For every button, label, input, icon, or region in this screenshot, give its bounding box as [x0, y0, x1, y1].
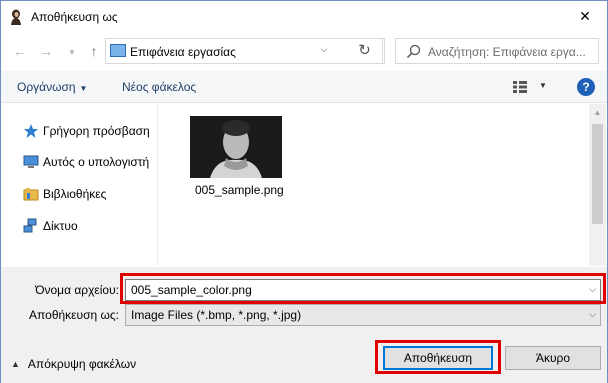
help-icon[interactable]: ?: [577, 78, 595, 96]
view-options-icon[interactable]: [513, 81, 527, 93]
sidebar-item-quick-access[interactable]: Γρήγορη πρόσβαση: [23, 121, 150, 141]
file-thumbnail: [190, 116, 282, 178]
scrollbar-thumb[interactable]: [592, 124, 603, 224]
title-bar[interactable]: Αποθήκευση ως ✕: [1, 1, 607, 33]
close-button[interactable]: ✕: [563, 1, 607, 31]
save-form: Όνομα αρχείου: 005_sample_color.png ⌵ Απ…: [1, 267, 607, 383]
organize-button[interactable]: Οργάνωση ▼: [17, 80, 87, 94]
scroll-up-icon[interactable]: ▲: [589, 104, 606, 121]
chevron-down-icon[interactable]: ⌵: [589, 309, 596, 320]
caret-down-icon: ▼: [79, 84, 88, 93]
hide-folders-label: Απόκρυψη φακέλων: [27, 357, 137, 371]
sidebar-item-label: Δίκτυο: [43, 219, 78, 233]
forward-arrow-icon[interactable]: →: [37, 41, 55, 61]
close-icon: ✕: [579, 7, 591, 24]
vertical-scrollbar[interactable]: ▲: [589, 104, 606, 266]
command-bar: Οργάνωση ▼ Νέος φάκελος ▼ ?: [1, 71, 607, 103]
chevron-down-icon[interactable]: ⌵: [316, 44, 332, 55]
sidebar-item-libraries[interactable]: Βιβλιοθήκες: [23, 184, 106, 204]
sidebar-item-label: Αυτός ο υπολογιστή: [43, 155, 150, 169]
up-arrow-icon[interactable]: ↑: [85, 41, 103, 61]
app-icon: [11, 9, 21, 25]
chevron-up-icon: ▲: [11, 359, 20, 369]
address-text: Επιφάνεια εργασίας: [130, 45, 236, 59]
view-caret-down-icon[interactable]: ▼: [539, 81, 547, 90]
savetype-label: Αποθήκευση ως:: [29, 308, 119, 322]
window-title: Αποθήκευση ως: [31, 10, 118, 24]
search-placeholder: Αναζήτηση: Επιφάνεια εργα...: [428, 45, 586, 59]
filename-label: Όνομα αρχείου:: [35, 283, 119, 297]
back-arrow-icon[interactable]: ←: [11, 41, 29, 61]
refresh-icon[interactable]: ↻: [347, 38, 383, 64]
hide-folders-toggle[interactable]: ▲ Απόκρυψη φακέλων: [11, 357, 136, 371]
save-button[interactable]: Αποθήκευση: [383, 346, 493, 370]
file-name: 005_sample.png: [195, 183, 284, 197]
computer-icon: [23, 155, 39, 168]
star-pin-icon: [24, 124, 38, 138]
cancel-button[interactable]: Άκυρο: [505, 346, 601, 370]
save-as-dialog: Αποθήκευση ως ✕ ← → ▼ ↑ Επιφάνεια εργασί…: [0, 0, 608, 383]
navigation-pane: Γρήγορη πρόσβαση Αυτός ο υπολογιστή Βιβλ…: [1, 104, 158, 266]
sidebar-item-network[interactable]: Δίκτυο: [23, 216, 78, 236]
search-icon: [406, 44, 421, 59]
network-icon: [23, 218, 37, 233]
desktop-icon: [110, 44, 126, 57]
organize-label: Οργάνωση: [17, 80, 76, 94]
recent-locations-chevron-icon[interactable]: ▼: [63, 43, 81, 63]
search-input[interactable]: Αναζήτηση: Επιφάνεια εργα...: [395, 38, 599, 64]
filename-highlight-box: [120, 273, 606, 304]
sidebar-item-label: Βιβλιοθήκες: [43, 187, 107, 201]
sidebar-item-label: Γρήγορη πρόσβαση: [43, 124, 150, 138]
address-bar[interactable]: Επιφάνεια εργασίας ⌵: [105, 38, 385, 64]
savetype-value: Image Files (*.bmp, *.png, *.jpg): [131, 308, 302, 322]
new-folder-button[interactable]: Νέος φάκελος: [122, 80, 196, 94]
libraries-icon: [23, 188, 39, 201]
sidebar-item-this-pc[interactable]: Αυτός ο υπολογιστή: [23, 152, 149, 172]
savetype-select[interactable]: Image Files (*.bmp, *.png, *.jpg) ⌵: [125, 304, 601, 326]
navigation-row: ← → ▼ ↑ Επιφάνεια εργασίας ⌵ ↻ Αναζήτηση…: [1, 33, 607, 69]
file-list: 005_sample.png: [159, 104, 584, 266]
